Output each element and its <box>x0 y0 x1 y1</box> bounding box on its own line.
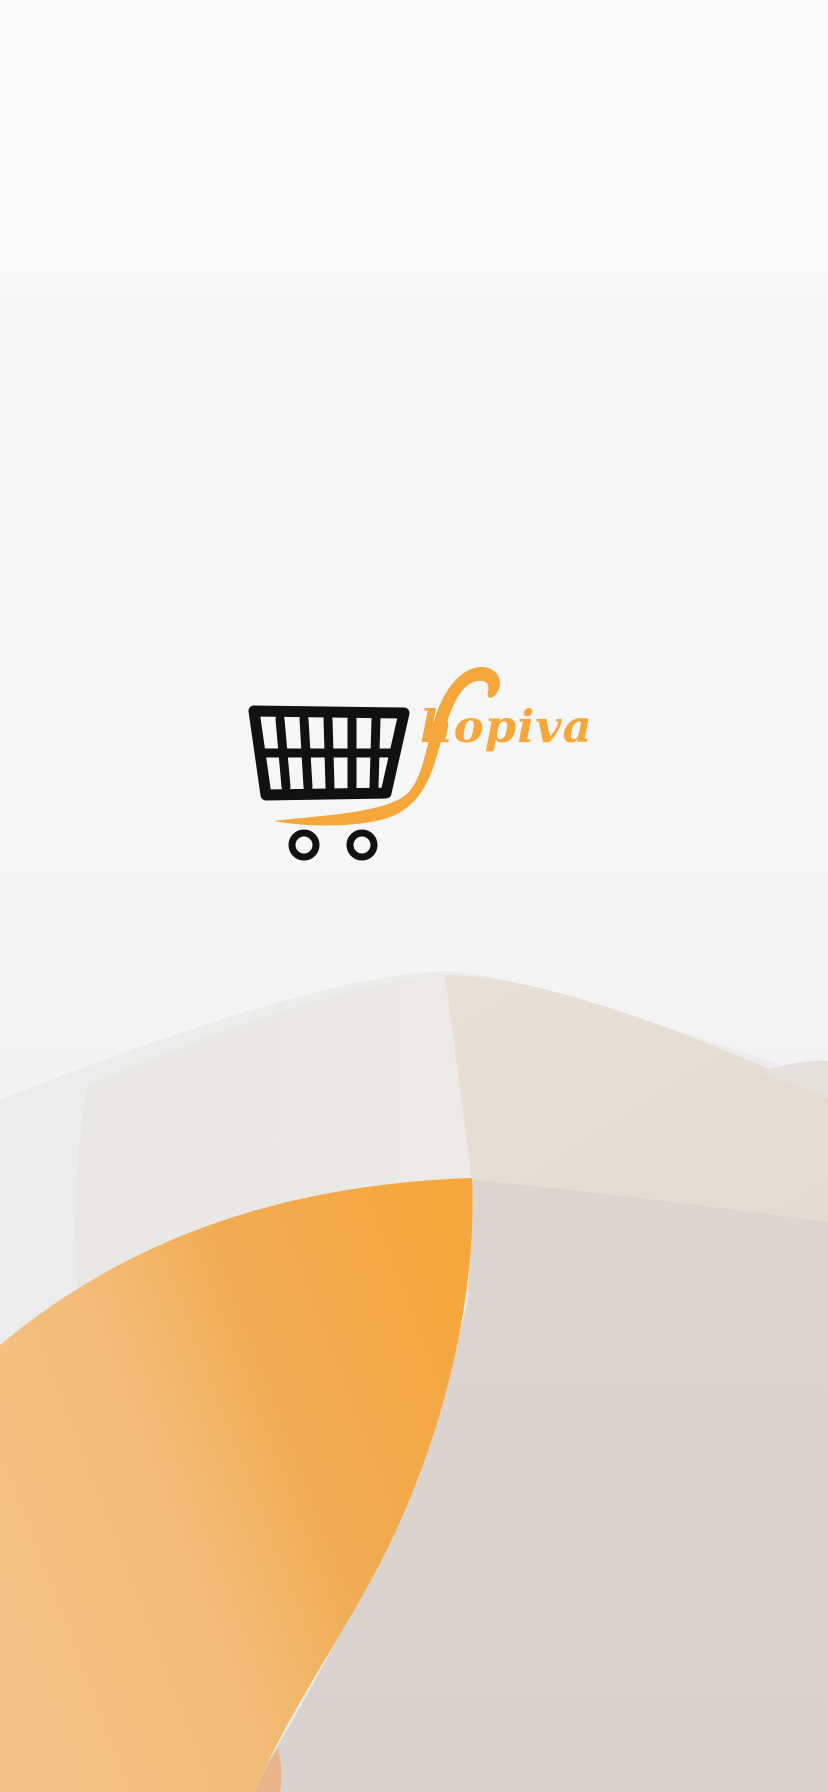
shopping-cart-icon <box>248 667 501 861</box>
splash-screen: hopiva <box>0 0 828 1792</box>
background-shapes <box>0 971 828 1792</box>
brand-wordmark: hopiva <box>420 700 593 753</box>
brand-logo: hopiva <box>236 655 596 875</box>
